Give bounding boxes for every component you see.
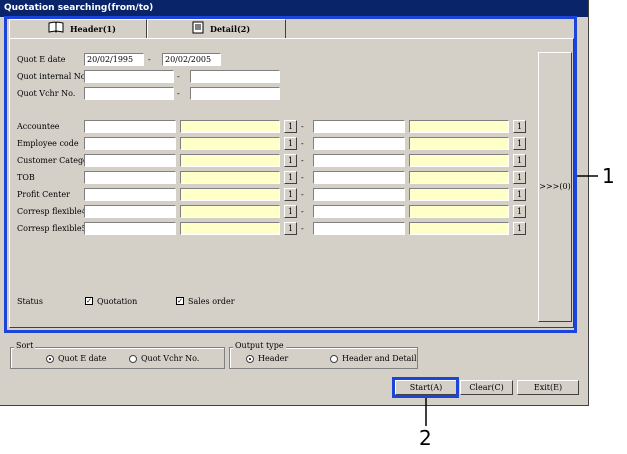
- callout-1: 1: [602, 164, 615, 188]
- callout-lines: [425, 175, 598, 426]
- callout-2: 2: [419, 426, 432, 450]
